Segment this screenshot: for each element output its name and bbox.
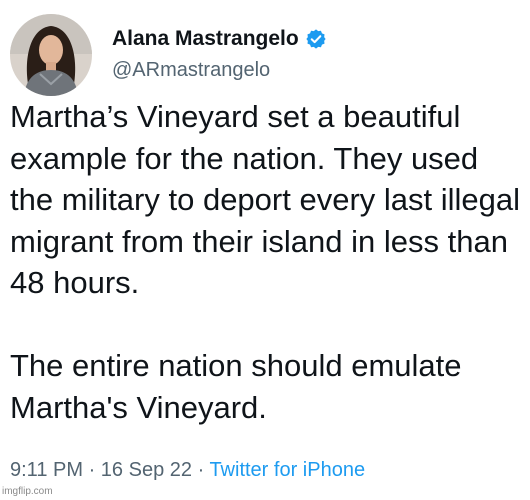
meta-separator: ·: [88, 459, 96, 481]
meta-separator: ·: [197, 459, 205, 481]
tweet-date[interactable]: 16 Sep 22: [101, 459, 192, 481]
verified-badge-icon: [305, 28, 327, 50]
tweet-paragraph: Martha’s Vineyard set a beautiful exampl…: [10, 99, 521, 300]
author-name-row: Alana Mastrangelo: [112, 24, 327, 54]
tweet-paragraph: The entire nation should emulate Martha'…: [10, 348, 462, 425]
display-name[interactable]: Alana Mastrangelo: [112, 27, 299, 51]
author-handle[interactable]: @ARmastrangelo: [112, 59, 270, 82]
tweet-source-link[interactable]: Twitter for iPhone: [209, 459, 365, 481]
avatar-photo: [10, 14, 92, 96]
tweet-time[interactable]: 9:11 PM: [10, 459, 83, 481]
imgflip-watermark: imgflip.com: [2, 486, 53, 497]
tweet-metadata: 9:11 PM · 16 Sep 22 · Twitter for iPhone: [10, 459, 365, 482]
tweet-card: Alana Mastrangelo @ARmastrangelo Martha’…: [0, 0, 530, 500]
tweet-text: Martha’s Vineyard set a beautiful exampl…: [10, 96, 525, 428]
avatar[interactable]: [10, 14, 92, 96]
